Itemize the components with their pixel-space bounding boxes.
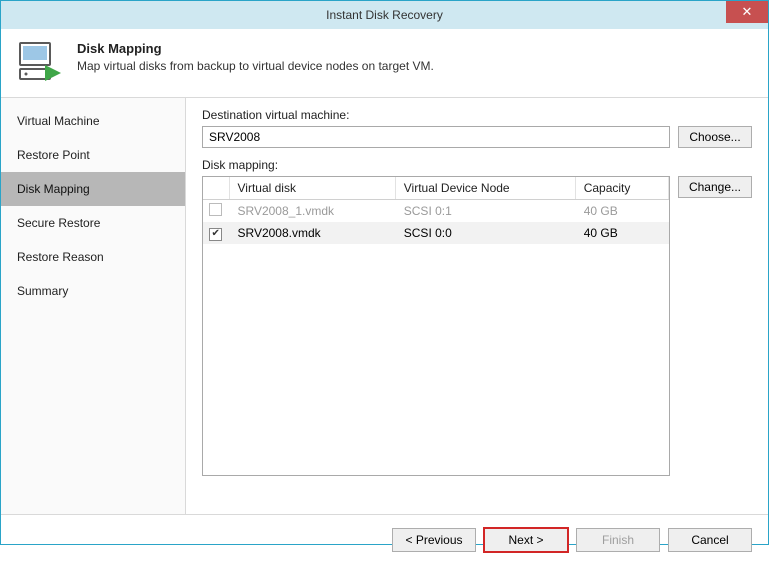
cell-device-node: SCSI 0:0 [395,222,575,244]
col-check[interactable] [203,177,229,200]
cancel-button[interactable]: Cancel [668,528,752,552]
cell-capacity: 40 GB [575,222,668,244]
choose-button[interactable]: Choose... [678,126,752,148]
sidebar-item-secure-restore[interactable]: Secure Restore [1,206,185,240]
row-checkbox[interactable] [209,203,222,216]
change-button[interactable]: Change... [678,176,752,198]
close-icon: ✕ [742,4,753,20]
cell-virtual-disk: SRV2008_1.vmdk [229,200,395,223]
destination-input[interactable] [202,126,670,148]
destination-label: Destination virtual machine: [202,108,752,122]
cell-device-node: SCSI 0:1 [395,200,575,223]
sidebar-item-disk-mapping[interactable]: Disk Mapping [1,172,185,206]
col-device-node[interactable]: Virtual Device Node [395,177,575,200]
wizard-header: Disk Mapping Map virtual disks from back… [1,29,768,98]
finish-button: Finish [576,528,660,552]
table-row[interactable]: ✔ SRV2008.vmdk SCSI 0:0 40 GB [203,222,669,244]
header-title: Disk Mapping [77,41,434,56]
cell-virtual-disk: SRV2008.vmdk [229,222,395,244]
header-subtitle: Map virtual disks from backup to virtual… [77,59,434,73]
close-button[interactable]: ✕ [726,1,768,23]
wizard-icon [17,41,63,87]
next-button[interactable]: Next > [484,528,568,552]
title-bar: Instant Disk Recovery ✕ [1,1,768,29]
disk-mapping-grid[interactable]: Virtual disk Virtual Device Node Capacit… [202,176,670,476]
col-capacity[interactable]: Capacity [575,177,668,200]
wizard-sidebar: Virtual Machine Restore Point Disk Mappi… [1,98,186,514]
wizard-footer: < Previous Next > Finish Cancel [1,514,768,564]
cell-capacity: 40 GB [575,200,668,223]
row-checkbox[interactable]: ✔ [209,228,222,241]
disk-mapping-label: Disk mapping: [202,158,752,172]
col-virtual-disk[interactable]: Virtual disk [229,177,395,200]
table-row[interactable]: SRV2008_1.vmdk SCSI 0:1 40 GB [203,200,669,223]
wizard-body: Virtual Machine Restore Point Disk Mappi… [1,98,768,514]
sidebar-item-restore-reason[interactable]: Restore Reason [1,240,185,274]
sidebar-item-restore-point[interactable]: Restore Point [1,138,185,172]
window-title: Instant Disk Recovery [326,8,443,22]
sidebar-item-virtual-machine[interactable]: Virtual Machine [1,104,185,138]
previous-button[interactable]: < Previous [392,528,476,552]
sidebar-item-summary[interactable]: Summary [1,274,185,308]
wizard-content: Destination virtual machine: Choose... D… [186,98,768,514]
